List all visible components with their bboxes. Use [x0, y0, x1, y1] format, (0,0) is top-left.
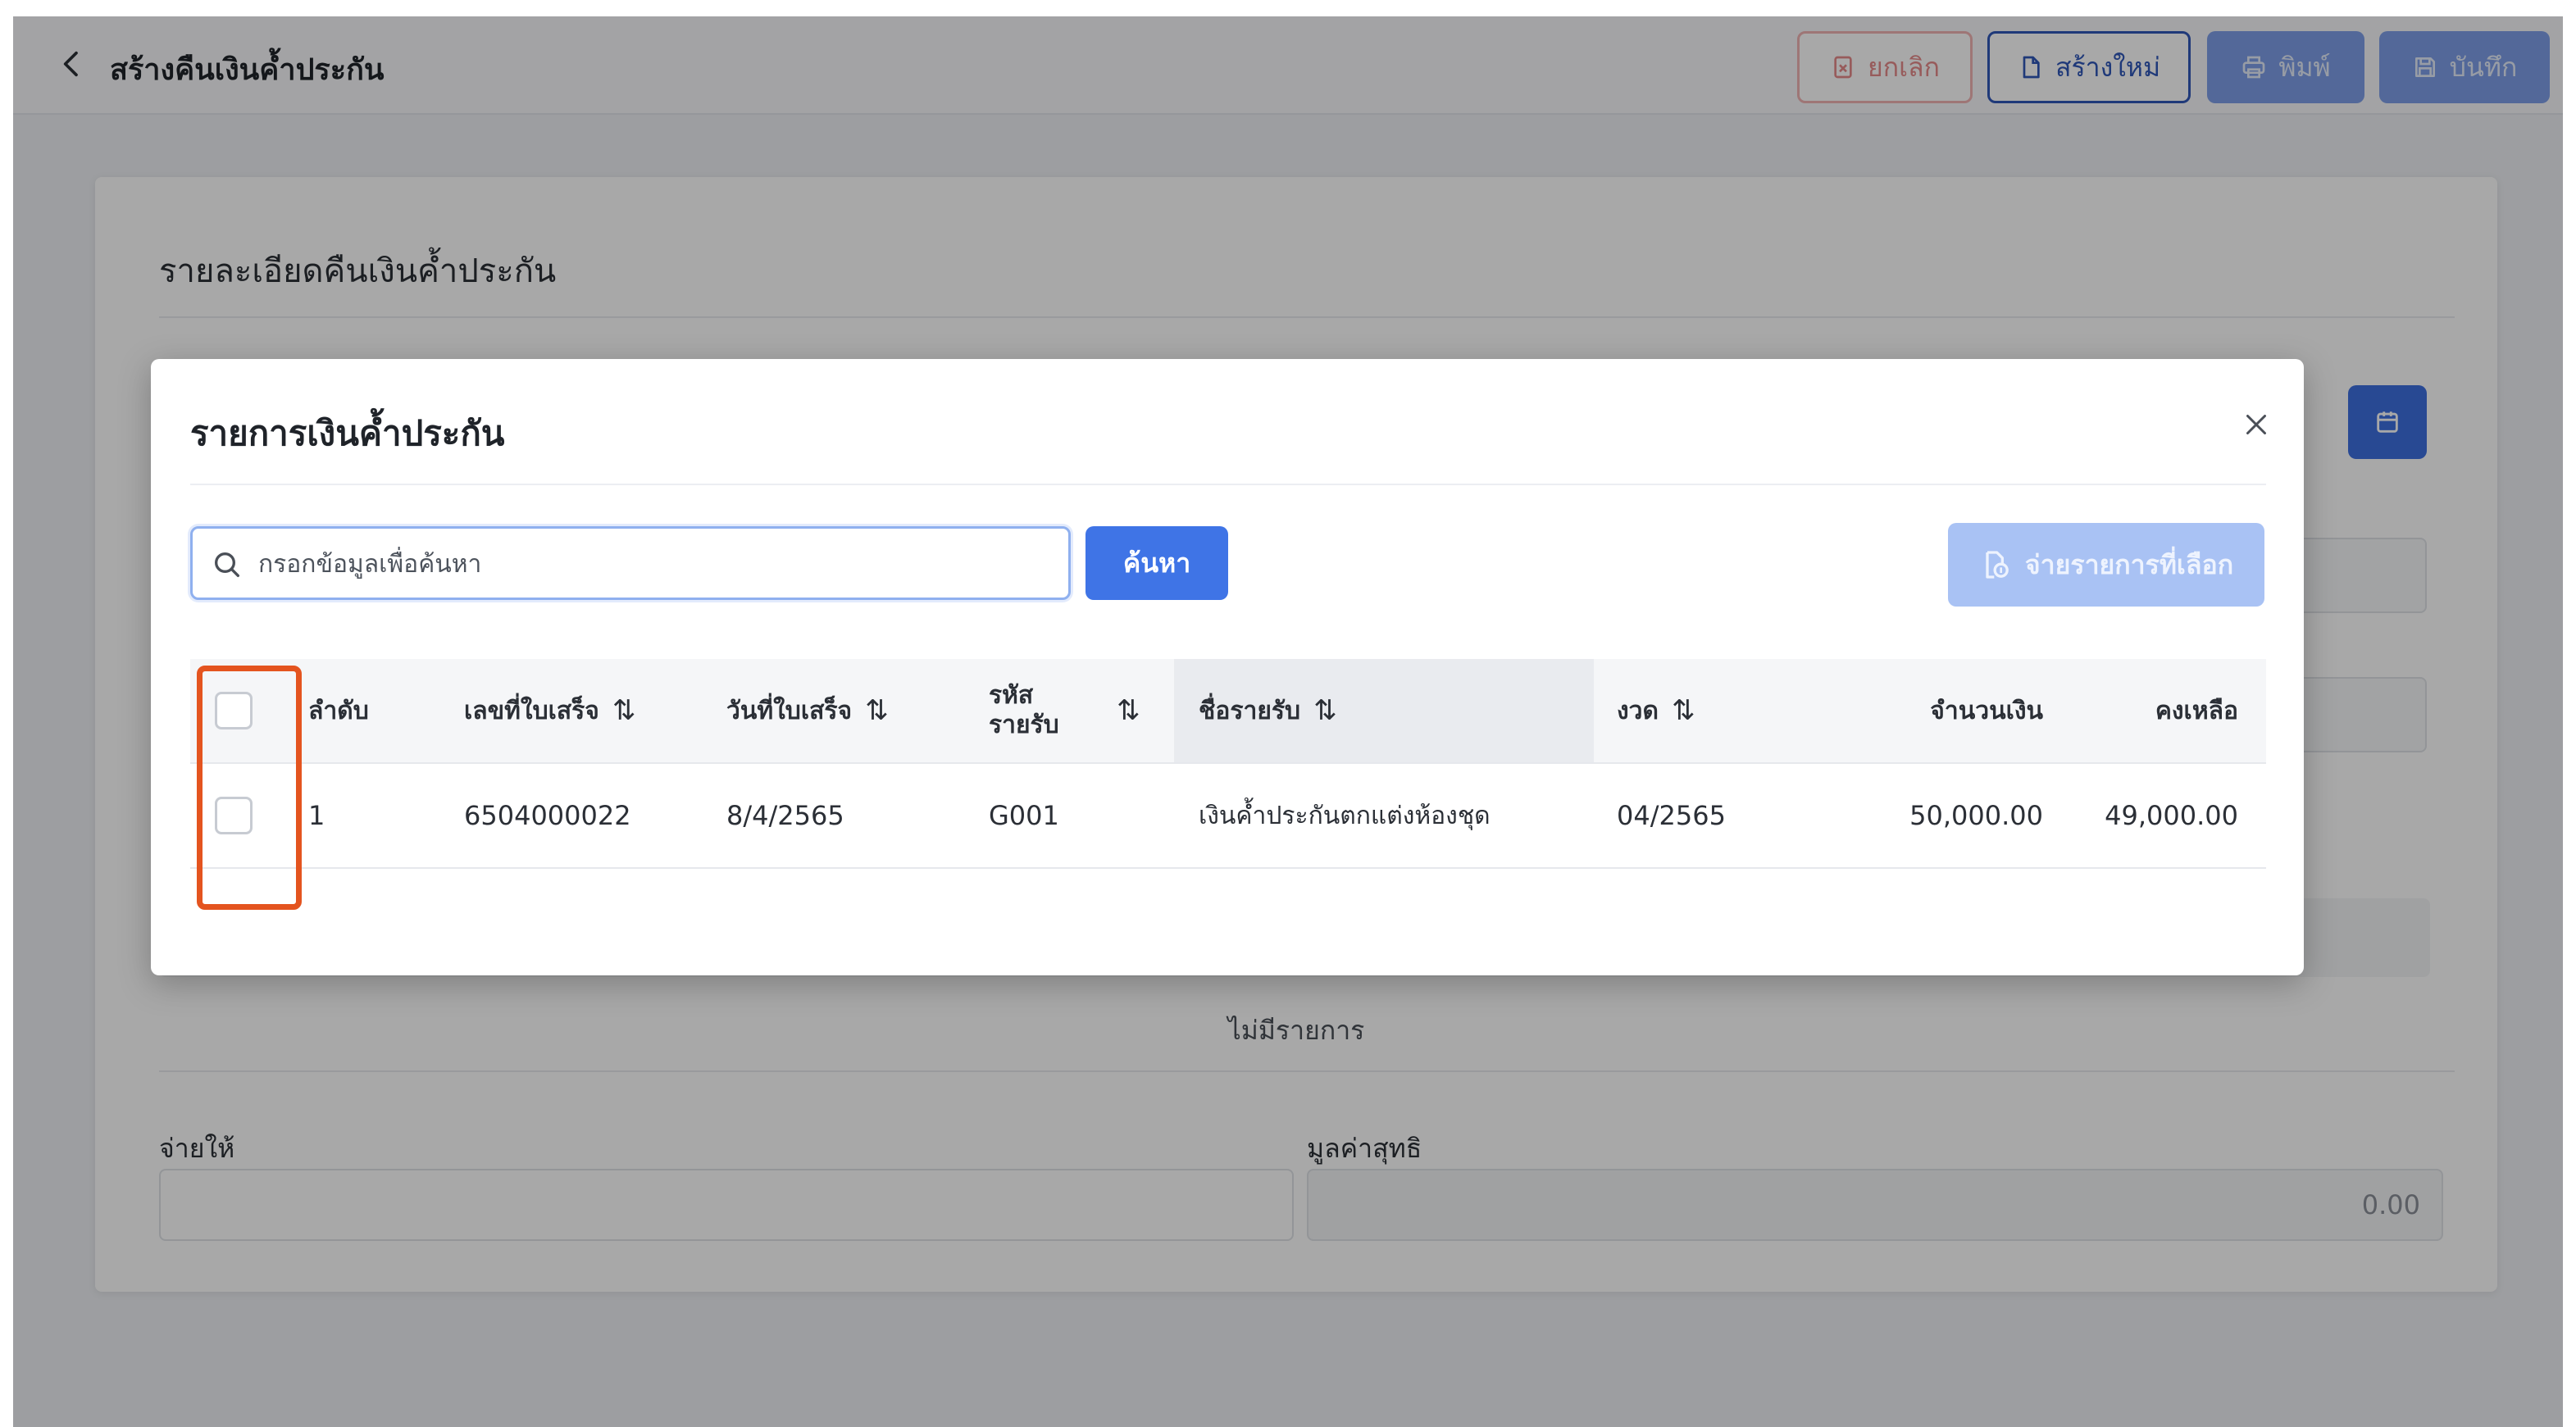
sort-icon[interactable]: ⇅ — [865, 694, 889, 727]
search-input[interactable] — [257, 537, 1047, 591]
table-header: ลำดับ เลขที่ใบเสร็จ ⇅ วันที่ใบเสร็จ ⇅ รห… — [190, 659, 2266, 764]
column-income-code-sort[interactable]: ⇅ — [1117, 659, 1166, 762]
sort-icon[interactable]: ⇅ — [1117, 694, 1140, 727]
column-income-code-label-line1: รหัส — [989, 681, 1034, 710]
column-receipt-date[interactable]: วันที่ใบเสร็จ ⇅ — [726, 659, 972, 762]
column-amount-label: จำนวนเงิน — [1930, 696, 2043, 725]
cell-period: 04/2565 — [1617, 800, 1726, 831]
cell-seq: 1 — [308, 800, 325, 831]
sort-icon[interactable]: ⇅ — [1313, 694, 1337, 727]
search-button[interactable]: ค้นหา — [1085, 526, 1228, 600]
column-receipt-date-label: วันที่ใบเสร็จ — [726, 696, 853, 725]
cell-income-code: G001 — [989, 800, 1059, 831]
app-screen: สร้างคืนเงินค้ำประกัน ยกเลิก สร้างใหม่ พ… — [13, 16, 2563, 1427]
modal-title: รายการเงินค้ำประกัน — [190, 413, 505, 453]
document-payment-icon — [1986, 551, 2009, 579]
column-income-code-label-line2: รายรับ — [989, 711, 1059, 739]
table-row[interactable]: 1 6504000022 8/4/2565 G001 เงินค้ำประกัน… — [190, 764, 2266, 869]
column-balance: คงเหลือ — [2059, 659, 2238, 762]
column-seq-label: ลำดับ — [308, 696, 369, 725]
modal-divider — [190, 484, 2266, 485]
column-period-label: งวด — [1617, 696, 1659, 725]
search-icon — [215, 552, 239, 577]
sort-icon[interactable]: ⇅ — [1672, 694, 1695, 727]
column-receipt-no-label: เลขที่ใบเสร็จ — [464, 696, 599, 725]
cell-balance: 49,000.00 — [2105, 800, 2238, 831]
cell-receipt-no: 6504000022 — [464, 800, 631, 831]
column-receipt-no[interactable]: เลขที่ใบเสร็จ ⇅ — [464, 659, 710, 762]
guarantee-table: ลำดับ เลขที่ใบเสร็จ ⇅ วันที่ใบเสร็จ ⇅ รห… — [190, 659, 2266, 869]
sort-icon[interactable]: ⇅ — [612, 694, 636, 727]
cell-amount: 50,000.00 — [1909, 800, 2043, 831]
close-icon[interactable] — [2241, 410, 2271, 439]
checkbox-highlight-frame — [197, 666, 302, 910]
pay-selected-button[interactable]: จ่ายรายการที่เลือก — [1948, 523, 2264, 607]
column-period[interactable]: งวด ⇅ — [1617, 659, 1781, 762]
search-box[interactable] — [190, 526, 1071, 600]
cell-receipt-date: 8/4/2565 — [726, 800, 844, 831]
guarantee-list-modal: รายการเงินค้ำประกัน ค้นหา จ่ายรายการที่เ… — [151, 359, 2304, 975]
cell-income-name: เงินค้ำประกันตกแต่งห้องชุด — [1199, 801, 1491, 830]
pay-selected-button-label: จ่ายรายการที่เลือก — [2024, 548, 2234, 580]
column-amount: จำนวนเงิน — [1822, 659, 2043, 762]
column-income-name-label: ชื่อรายรับ — [1199, 696, 1301, 725]
column-income-name[interactable]: ชื่อรายรับ ⇅ — [1174, 659, 1594, 762]
column-balance-label: คงเหลือ — [2155, 696, 2238, 725]
column-seq: ลำดับ — [308, 659, 439, 762]
column-income-code[interactable]: รหัส รายรับ — [989, 659, 1087, 762]
